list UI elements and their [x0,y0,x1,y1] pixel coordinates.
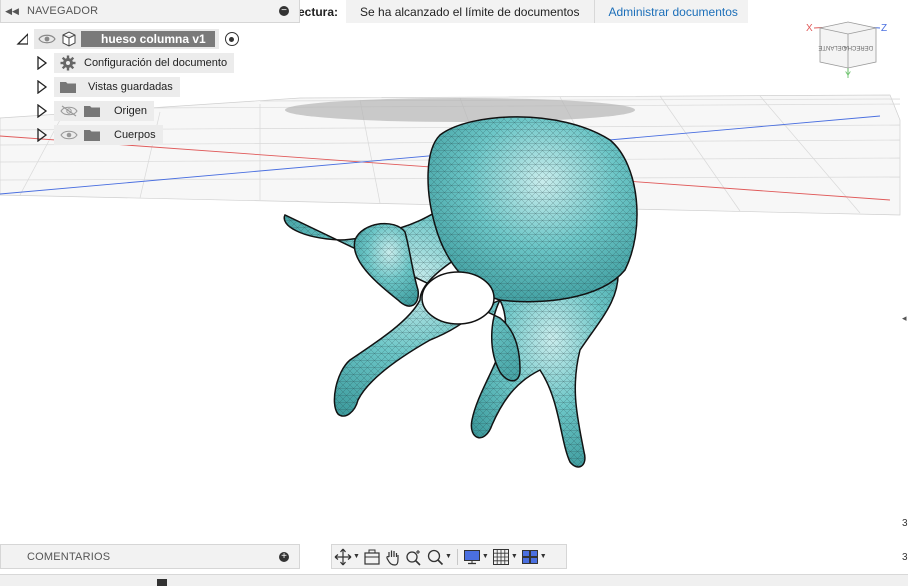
grid-icon [492,548,509,565]
tree-item-bodies[interactable]: Cuerpos [36,125,163,145]
comments-panel: COMENTARIOS + [0,544,300,569]
edge-number: 3 [902,518,908,529]
cube-front-label[interactable]: DELANTE [818,44,846,50]
fit-button[interactable]: ▼ [426,546,452,568]
folder-icon [84,106,100,117]
expand-triangle-icon[interactable] [36,104,48,118]
eye-icon[interactable] [60,129,78,141]
expand-triangle-icon[interactable] [36,56,48,70]
navigator-header: ◀◀ NAVEGADOR − [0,0,300,23]
pan-button[interactable] [384,546,402,568]
tree-item-document-settings[interactable]: Configuración del documento [36,53,235,73]
banner-message: Se ha alcanzado el límite de documentos [346,0,596,23]
tree-root-row: hueso columna v1 [16,29,239,49]
collapse-panel-icon[interactable]: ◀◀ [1,0,23,22]
component-icon [62,31,76,47]
minimize-navigator-icon[interactable]: − [279,6,289,16]
cube-right-label[interactable]: DERECHA [844,44,873,50]
axis-x-label: X [806,23,813,34]
display-settings-icon [463,549,480,564]
comments-title: COMENTARIOS [27,550,111,563]
display-settings-button[interactable]: ▼ [463,546,489,568]
tree-item-label: Origen [114,105,148,117]
gear-icon [60,55,76,71]
toolbar-divider [456,548,458,565]
orbit-icon [334,548,352,565]
navigator-title: NAVEGADOR [27,5,99,17]
edge-number: 3 [902,552,908,563]
tree-item-label: Configuración del documento [84,57,228,69]
root-component-chip[interactable]: hueso columna v1 [34,29,219,49]
tree-item-label: Vistas guardadas [88,81,173,93]
viewports-button[interactable]: ▼ [521,546,547,568]
axis-z-label: Z [881,23,887,34]
zoom-icon [406,549,421,566]
look-at-icon [364,549,380,565]
tree-item-chip[interactable]: Cuerpos [54,125,163,145]
eye-icon[interactable] [38,33,56,45]
model-shadow [285,98,635,122]
tree-item-saved-views[interactable]: Vistas guardadas [36,77,180,97]
activate-component-radio[interactable] [224,32,239,46]
fit-icon [427,549,444,565]
look-at-button[interactable] [363,546,381,568]
tree-item-chip[interactable]: Origen [54,101,155,121]
collapse-triangle-icon[interactable] [16,32,28,46]
status-marker [157,579,167,586]
add-comment-icon[interactable]: + [279,552,289,562]
tree-item-chip[interactable]: Vistas guardadas [54,77,180,97]
root-component-name[interactable]: hueso columna v1 [81,31,215,47]
grid-button[interactable]: ▼ [492,546,518,568]
navigation-toolbar: ▼ ▼ ▼ ▼ ▼ [331,544,567,569]
axis-y-label: Y [845,70,851,80]
read-only-banner: ectura: Se ha alcanzado el límite de doc… [286,0,748,23]
hidden-eye-icon[interactable] [60,105,78,117]
status-bar [0,574,908,586]
folder-icon [84,130,100,141]
orbit-button[interactable]: ▼ [334,546,360,568]
viewports-icon [521,549,538,564]
tree-item-origin[interactable]: Origen [36,101,155,121]
pan-icon [386,550,399,566]
expand-triangle-icon[interactable] [36,128,48,142]
tree-item-chip[interactable]: Configuración del documento [54,53,235,73]
folder-icon [60,82,76,93]
tree-item-label: Cuerpos [114,129,156,141]
zoom-button[interactable] [405,546,423,568]
expand-triangle-icon[interactable] [36,80,48,94]
manage-documents-link[interactable]: Administrar documentos [595,0,748,23]
collapse-right-panel-icon[interactable]: ◂ [902,313,907,324]
vertebral-foramen [421,271,495,325]
view-cube[interactable]: X Z Y DELANTE DERECHA [806,14,892,80]
